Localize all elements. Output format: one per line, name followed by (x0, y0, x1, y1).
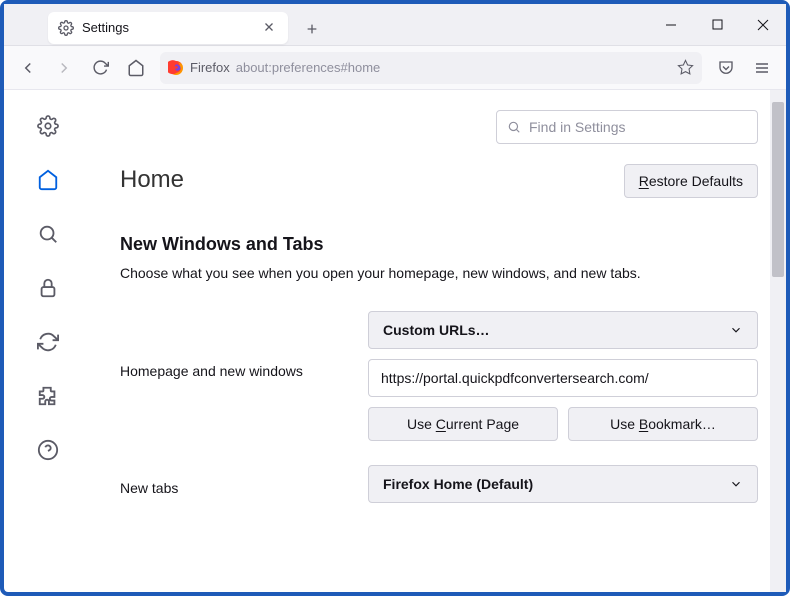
homepage-row: Homepage and new windows Custom URLs… Us… (120, 311, 758, 441)
forward-button[interactable] (48, 52, 80, 84)
menu-button[interactable] (746, 52, 778, 84)
sidebar-sync-icon[interactable] (36, 330, 60, 354)
gear-icon (58, 20, 74, 36)
home-button[interactable] (120, 52, 152, 84)
tab-title: Settings (82, 20, 262, 35)
url-address: about:preferences#home (236, 60, 381, 75)
maximize-button[interactable] (694, 4, 740, 46)
homepage-url-input[interactable] (368, 359, 758, 397)
settings-main: Find in Settings Home Restore Defaults N… (92, 90, 786, 592)
sidebar-home-icon[interactable] (36, 168, 60, 192)
newtabs-label: New tabs (120, 472, 368, 496)
section-heading: New Windows and Tabs (120, 234, 758, 255)
close-window-button[interactable] (740, 4, 786, 46)
sidebar-help-icon[interactable] (36, 438, 60, 462)
homepage-mode-value: Custom URLs… (383, 322, 490, 338)
window-controls (648, 4, 786, 46)
window-titlebar: Settings (4, 4, 786, 46)
sidebar-search-icon[interactable] (36, 222, 60, 246)
minimize-button[interactable] (648, 4, 694, 46)
content-area: Find in Settings Home Restore Defaults N… (4, 90, 786, 592)
restore-defaults-button[interactable]: Restore Defaults (624, 164, 758, 198)
use-current-page-button[interactable]: Use Current Page (368, 407, 558, 441)
close-tab-icon[interactable] (262, 20, 278, 36)
homepage-label: Homepage and new windows (120, 311, 368, 379)
bookmark-star-icon[interactable] (677, 59, 694, 76)
settings-sidebar (4, 90, 92, 592)
sidebar-privacy-icon[interactable] (36, 276, 60, 300)
chevron-down-icon (729, 477, 743, 491)
browser-toolbar: Firefox about:preferences#home (4, 46, 786, 90)
reload-button[interactable] (84, 52, 116, 84)
url-brand-label: Firefox (190, 60, 230, 75)
search-placeholder: Find in Settings (529, 119, 626, 135)
sidebar-extensions-icon[interactable] (36, 384, 60, 408)
scrollbar-thumb[interactable] (772, 102, 784, 277)
newtabs-mode-value: Firefox Home (Default) (383, 476, 533, 492)
newtabs-mode-select[interactable]: Firefox Home (Default) (368, 465, 758, 503)
pocket-button[interactable] (710, 52, 742, 84)
browser-tab[interactable]: Settings (48, 12, 288, 44)
new-tab-button[interactable] (298, 15, 326, 43)
back-button[interactable] (12, 52, 44, 84)
newtabs-row: New tabs Firefox Home (Default) (120, 465, 758, 503)
vertical-scrollbar[interactable] (770, 90, 786, 592)
use-bookmark-button[interactable]: Use Bookmark… (568, 407, 758, 441)
homepage-mode-select[interactable]: Custom URLs… (368, 311, 758, 349)
url-bar[interactable]: Firefox about:preferences#home (160, 52, 702, 84)
chevron-down-icon (729, 323, 743, 337)
sidebar-general-icon[interactable] (36, 114, 60, 138)
search-icon (507, 120, 521, 134)
firefox-logo-icon (168, 60, 184, 76)
section-description: Choose what you see when you open your h… (120, 265, 758, 281)
settings-search-input[interactable]: Find in Settings (496, 110, 758, 144)
